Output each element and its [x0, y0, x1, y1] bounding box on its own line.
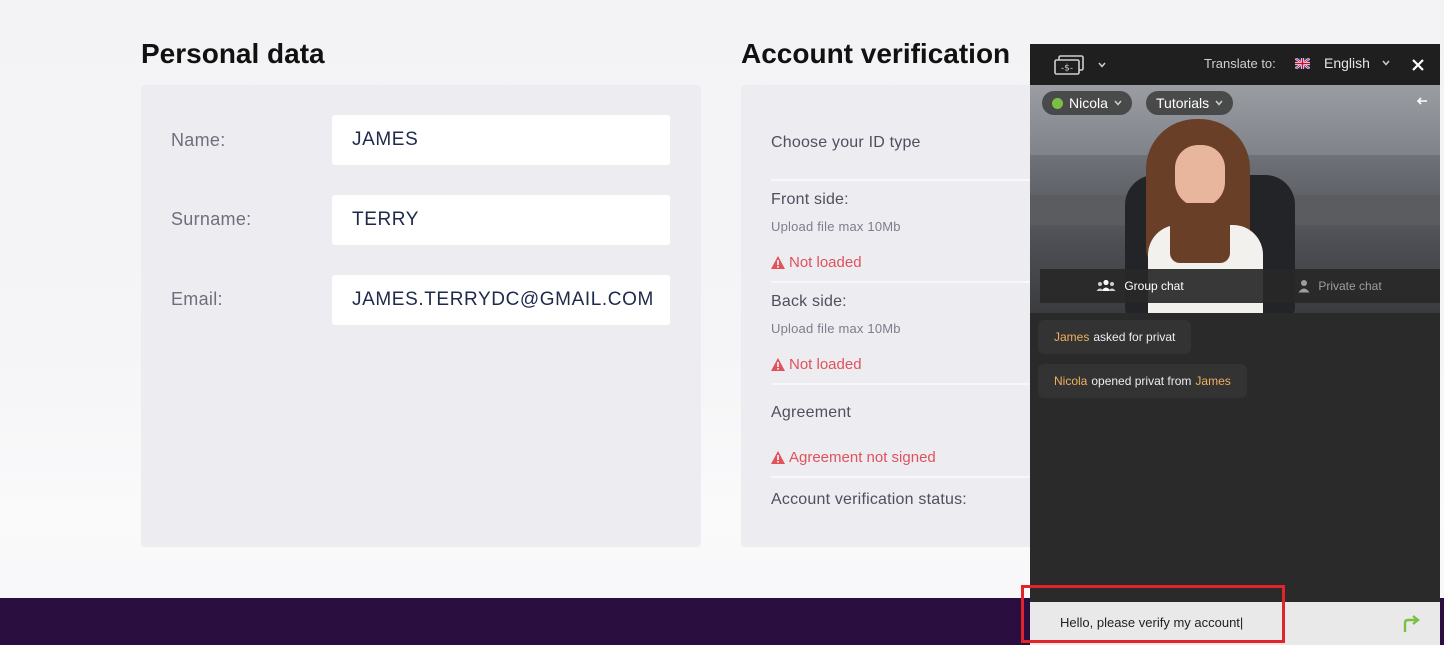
- chat-tabs: Group chat Private chat: [1040, 269, 1440, 303]
- uk-flag-icon: [1295, 57, 1310, 69]
- video-face: [1175, 145, 1225, 207]
- language-select[interactable]: English: [1295, 55, 1390, 71]
- tab-group-chat-label: Group chat: [1124, 279, 1184, 293]
- tab-private-chat-label: Private chat: [1318, 279, 1382, 293]
- tutorials-dropdown[interactable]: Tutorials: [1146, 91, 1234, 115]
- message-nickname[interactable]: James: [1054, 330, 1089, 344]
- online-status-dot: [1052, 97, 1063, 109]
- chevron-down-icon: [1098, 62, 1106, 68]
- divider: [771, 281, 1041, 283]
- group-users-icon: [1096, 279, 1116, 291]
- agreement-status-text: Agreement not signed: [789, 449, 936, 466]
- front-side-status: Not loaded: [771, 254, 862, 271]
- chat-topbar: -$- Translate to: English: [1030, 44, 1440, 85]
- chat-widget: -$- Translate to: English Nicola Tutoria…: [1030, 44, 1440, 645]
- agreement-status: Agreement not signed: [771, 449, 936, 466]
- back-side-label: Back side:: [771, 293, 847, 310]
- model-name-dropdown[interactable]: Nicola: [1042, 91, 1132, 115]
- warning-icon: [771, 256, 785, 269]
- chevron-down-icon: [1114, 100, 1122, 106]
- close-icon: [1412, 59, 1424, 71]
- account-verification-title: Account verification: [741, 38, 1011, 69]
- translate-label: Translate to:: [1204, 56, 1276, 71]
- divider: [771, 179, 1041, 181]
- front-side-label: Front side:: [771, 191, 849, 208]
- chevron-down-icon: [1382, 60, 1390, 66]
- name-input[interactable]: JAMES: [332, 115, 670, 165]
- chat-message-input[interactable]: Hello, please verify my account|: [1060, 615, 1243, 630]
- video-hair-lower: [1170, 203, 1230, 263]
- warning-icon: [771, 358, 785, 371]
- send-arrow-icon: [1403, 615, 1420, 632]
- verification-status-label: Account verification status:: [771, 491, 967, 508]
- model-name: Nicola: [1069, 95, 1108, 111]
- language-value: English: [1324, 55, 1370, 71]
- front-side-status-text: Not loaded: [789, 254, 862, 271]
- divider: [771, 476, 1041, 478]
- id-type-select[interactable]: Choose your ID type: [771, 134, 921, 152]
- chat-input-bar: Hello, please verify my account|: [1030, 602, 1440, 645]
- surname-label: Surname:: [171, 209, 252, 229]
- account-verification-panel: Choose your ID type Front side: Upload f…: [741, 85, 1041, 547]
- chat-message: Nicola opened privat from James: [1038, 364, 1247, 398]
- tab-private-chat[interactable]: Private chat: [1240, 279, 1440, 293]
- message-nickname[interactable]: Nicola: [1054, 374, 1087, 388]
- personal-data-title: Personal data: [141, 38, 325, 69]
- svg-text:-$-: -$-: [1061, 64, 1073, 74]
- email-label: Email:: [171, 289, 223, 309]
- money-icon: -$-: [1054, 55, 1084, 75]
- agreement-label: Agreement: [771, 404, 852, 421]
- email-input[interactable]: JAMES.TERRYDC@GMAIL.COM: [332, 275, 670, 325]
- close-button[interactable]: [1404, 51, 1432, 79]
- send-button[interactable]: [1394, 610, 1430, 638]
- warning-icon: [771, 451, 785, 464]
- front-side-hint: Upload file max 10Mb: [771, 219, 901, 234]
- name-label: Name:: [171, 130, 226, 150]
- back-side-status: Not loaded: [771, 356, 862, 373]
- tab-group-chat[interactable]: Group chat: [1040, 279, 1240, 293]
- chat-message: James asked for privat: [1038, 320, 1192, 354]
- message-nickname[interactable]: James: [1195, 374, 1230, 388]
- chevron-down-icon: [1215, 100, 1223, 106]
- surname-input[interactable]: TERRY: [332, 195, 670, 245]
- divider: [771, 383, 1041, 385]
- user-icon: [1298, 280, 1310, 293]
- tutorials-label: Tutorials: [1156, 95, 1210, 111]
- back-side-hint: Upload file max 10Mb: [771, 321, 901, 336]
- collapse-arrow-icon[interactable]: [1416, 97, 1428, 105]
- personal-data-panel: Name: JAMES Surname: TERRY Email: JAMES.…: [141, 85, 701, 547]
- back-side-status-text: Not loaded: [789, 356, 862, 373]
- message-text: opened privat from: [1091, 374, 1192, 388]
- message-text: asked for privat: [1093, 330, 1176, 344]
- tip-button[interactable]: -$-: [1054, 55, 1106, 75]
